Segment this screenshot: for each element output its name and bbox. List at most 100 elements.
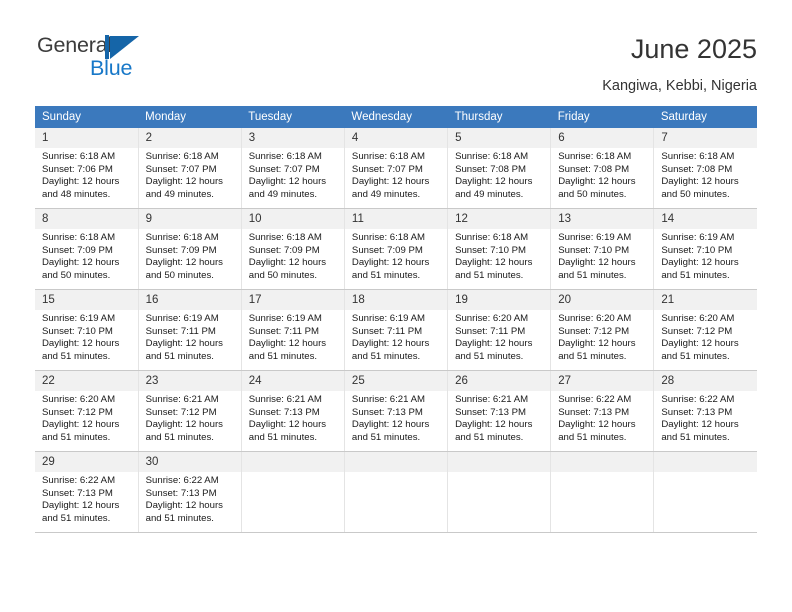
sunset-text: Sunset: 7:06 PM [42,163,113,175]
sun-info: Sunrise: 6:19 AM Sunset: 7:10 PM Daylight:… [551,229,653,282]
daylight-text-line1: Daylight: 12 hours [558,176,636,188]
sun-info: Sunrise: 6:21 AM Sunset: 7:13 PM Daylight:… [345,391,447,444]
sunrise-text: Sunrise: 6:19 AM [42,313,116,324]
day-number: 8 [35,209,138,229]
daylight-text-line2: and 51 minutes. [42,350,111,362]
sunrise-text: Sunrise: 6:19 AM [351,313,425,324]
sunrise-text: Sunrise: 6:18 AM [351,151,425,162]
calendar-day-cell[interactable]: 6 Sunrise: 6:18 AM Sunset: 7:08 PM Daylight… [550,128,655,209]
calendar-day-cell[interactable]: 9 Sunrise: 6:18 AM Sunset: 7:09 PM Daylight… [138,208,242,290]
calendar-day-cell[interactable]: 18 Sunrise: 6:19 AM Sunset: 7:11 PM Dayligh… [344,289,449,371]
calendar-week-row: 29 Sunrise: 6:22 AM Sunset: 7:13 PM Dayligh… [35,451,757,533]
day-number: 28 [654,371,757,391]
calendar-day-cell[interactable]: 20 Sunrise: 6:20 AM Sunset: 7:12 PM Dayligh… [550,289,655,371]
calendar-day-cell[interactable]: 23 Sunrise: 6:21 AM Sunset: 7:12 PM Dayligh… [138,370,242,452]
calendar-day-cell[interactable]: 27 Sunrise: 6:22 AM Sunset: 7:13 PM Dayligh… [550,370,655,452]
calendar-day-cell[interactable]: 30 Sunrise: 6:22 AM Sunset: 7:13 PM Dayligh… [138,451,242,533]
sunset-text: Sunset: 7:12 PM [558,325,630,337]
day-number: 14 [654,209,757,229]
day-number: 9 [138,209,241,229]
day-number: 16 [138,290,241,310]
location-subtitle: Kangiwa, Kebbi, Nigeria [602,78,757,94]
page-header: General Blue June 2025 Kangiwa, Kebbi, N… [0,0,792,100]
sun-info: Sunrise: 6:18 AM Sunset: 7:07 PM Daylight:… [242,148,344,201]
day-number [344,452,448,472]
daylight-text-line1: Daylight: 12 hours [248,257,327,269]
calendar-day-cell[interactable]: 14 Sunrise: 6:19 AM Sunset: 7:10 PM Dayligh… [653,208,757,290]
sun-info: Sunrise: 6:22 AM Sunset: 7:13 PM Daylight:… [139,472,241,525]
daylight-text-line2: and 49 minutes. [145,188,214,200]
daylight-text-line1: Daylight: 12 hours [42,257,120,269]
day-number: 27 [551,371,654,391]
daylight-text-line2: and 51 minutes. [455,350,524,362]
calendar-day-cell[interactable]: 15 Sunrise: 6:19 AM Sunset: 7:10 PM Dayligh… [35,289,139,371]
calendar-day-cell[interactable]: 26 Sunrise: 6:21 AM Sunset: 7:13 PM Dayligh… [447,370,552,452]
daylight-text-line2: and 51 minutes. [661,350,730,362]
calendar-day-cell[interactable]: 17 Sunrise: 6:19 AM Sunset: 7:11 PM Dayligh… [241,289,345,371]
sunrise-text: Sunrise: 6:18 AM [455,232,529,243]
logo-text-blue: Blue [90,56,133,80]
calendar-day-cell[interactable]: 1 Sunrise: 6:18 AM Sunset: 7:06 PM Daylight… [35,128,139,209]
weekday-header-thursday: Thursday [447,106,551,128]
daylight-text-line2: and 49 minutes. [455,188,524,200]
daylight-text-line2: and 51 minutes. [661,431,730,443]
calendar-day-cell[interactable]: 13 Sunrise: 6:19 AM Sunset: 7:10 PM Dayligh… [550,208,655,290]
daylight-text-line2: and 51 minutes. [661,269,730,281]
sun-info: Sunrise: 6:22 AM Sunset: 7:13 PM Daylight:… [35,472,138,525]
calendar-day-cell[interactable]: 29 Sunrise: 6:22 AM Sunset: 7:13 PM Dayligh… [35,451,139,533]
calendar-day-cell[interactable]: 4 Sunrise: 6:18 AM Sunset: 7:07 PM Daylight… [344,128,449,209]
sunrise-text: Sunrise: 6:18 AM [42,151,116,162]
sunset-text: Sunset: 7:09 PM [145,244,217,256]
sunset-text: Sunset: 7:08 PM [661,163,733,175]
daylight-text-line2: and 51 minutes. [351,431,421,443]
sun-info: Sunrise: 6:20 AM Sunset: 7:12 PM Daylight:… [35,391,138,444]
calendar-day-cell[interactable]: 28 Sunrise: 6:22 AM Sunset: 7:13 PM Dayligh… [653,370,757,452]
sunrise-text: Sunrise: 6:19 AM [661,232,735,243]
day-number: 13 [551,209,654,229]
sun-info: Sunrise: 6:18 AM Sunset: 7:10 PM Daylight:… [448,229,550,282]
sunset-text: Sunset: 7:08 PM [558,163,630,175]
sun-info: Sunrise: 6:19 AM Sunset: 7:11 PM Daylight:… [139,310,241,363]
sunrise-text: Sunrise: 6:18 AM [145,151,219,162]
calendar-day-cell[interactable]: 21 Sunrise: 6:20 AM Sunset: 7:12 PM Dayligh… [653,289,757,371]
sun-info: Sunrise: 6:20 AM Sunset: 7:12 PM Daylight:… [551,310,653,363]
sun-info: Sunrise: 6:20 AM Sunset: 7:12 PM Daylight:… [654,310,757,363]
calendar-day-cell-empty [653,451,757,533]
calendar-day-cell[interactable]: 22 Sunrise: 6:20 AM Sunset: 7:12 PM Dayligh… [35,370,139,452]
weekday-header-tuesday: Tuesday [241,106,345,128]
general-blue-logo[interactable]: General Blue [37,33,167,85]
calendar-day-cell[interactable]: 2 Sunrise: 6:18 AM Sunset: 7:07 PM Daylight… [138,128,242,209]
daylight-text-line2: and 51 minutes. [145,431,214,443]
calendar-day-cell[interactable]: 3 Sunrise: 6:18 AM Sunset: 7:07 PM Daylight… [241,128,345,209]
sunset-text: Sunset: 7:13 PM [661,406,733,418]
calendar-day-cell[interactable]: 11 Sunrise: 6:18 AM Sunset: 7:09 PM Dayligh… [344,208,449,290]
sun-info: Sunrise: 6:18 AM Sunset: 7:09 PM Daylight:… [35,229,138,282]
calendar-day-cell[interactable]: 25 Sunrise: 6:21 AM Sunset: 7:13 PM Dayligh… [344,370,449,452]
sunrise-text: Sunrise: 6:22 AM [145,475,219,486]
sunset-text: Sunset: 7:10 PM [455,244,526,256]
calendar-day-cell[interactable]: 8 Sunrise: 6:18 AM Sunset: 7:09 PM Daylight… [35,208,139,290]
calendar-day-cell[interactable]: 10 Sunrise: 6:18 AM Sunset: 7:09 PM Dayligh… [241,208,345,290]
daylight-text-line1: Daylight: 12 hours [455,338,533,350]
calendar-day-cell[interactable]: 16 Sunrise: 6:19 AM Sunset: 7:11 PM Dayligh… [138,289,242,371]
sunrise-text: Sunrise: 6:18 AM [558,151,632,162]
weekday-header-friday: Friday [550,106,654,128]
sunrise-text: Sunrise: 6:18 AM [661,151,735,162]
daylight-text-line1: Daylight: 12 hours [661,338,739,350]
sunset-text: Sunset: 7:12 PM [145,406,217,418]
sun-info: Sunrise: 6:19 AM Sunset: 7:10 PM Daylight:… [654,229,757,282]
sunset-text: Sunset: 7:12 PM [42,406,113,418]
daylight-text-line2: and 50 minutes. [42,269,111,281]
daylight-text-line2: and 49 minutes. [351,188,421,200]
calendar-day-cell[interactable]: 7 Sunrise: 6:18 AM Sunset: 7:08 PM Daylight… [653,128,757,209]
calendar-day-cell[interactable]: 24 Sunrise: 6:21 AM Sunset: 7:13 PM Dayligh… [241,370,345,452]
weekday-header-monday: Monday [138,106,242,128]
daylight-text-line1: Daylight: 12 hours [145,338,223,350]
calendar-day-cell[interactable]: 19 Sunrise: 6:20 AM Sunset: 7:11 PM Dayligh… [447,289,552,371]
day-number: 7 [654,128,757,148]
calendar-day-cell[interactable]: 5 Sunrise: 6:18 AM Sunset: 7:08 PM Daylight… [447,128,552,209]
sunset-text: Sunset: 7:10 PM [42,325,113,337]
calendar-day-cell[interactable]: 12 Sunrise: 6:18 AM Sunset: 7:10 PM Dayligh… [447,208,552,290]
sunrise-text: Sunrise: 6:20 AM [558,313,632,324]
sun-info: Sunrise: 6:18 AM Sunset: 7:07 PM Daylight:… [139,148,241,201]
